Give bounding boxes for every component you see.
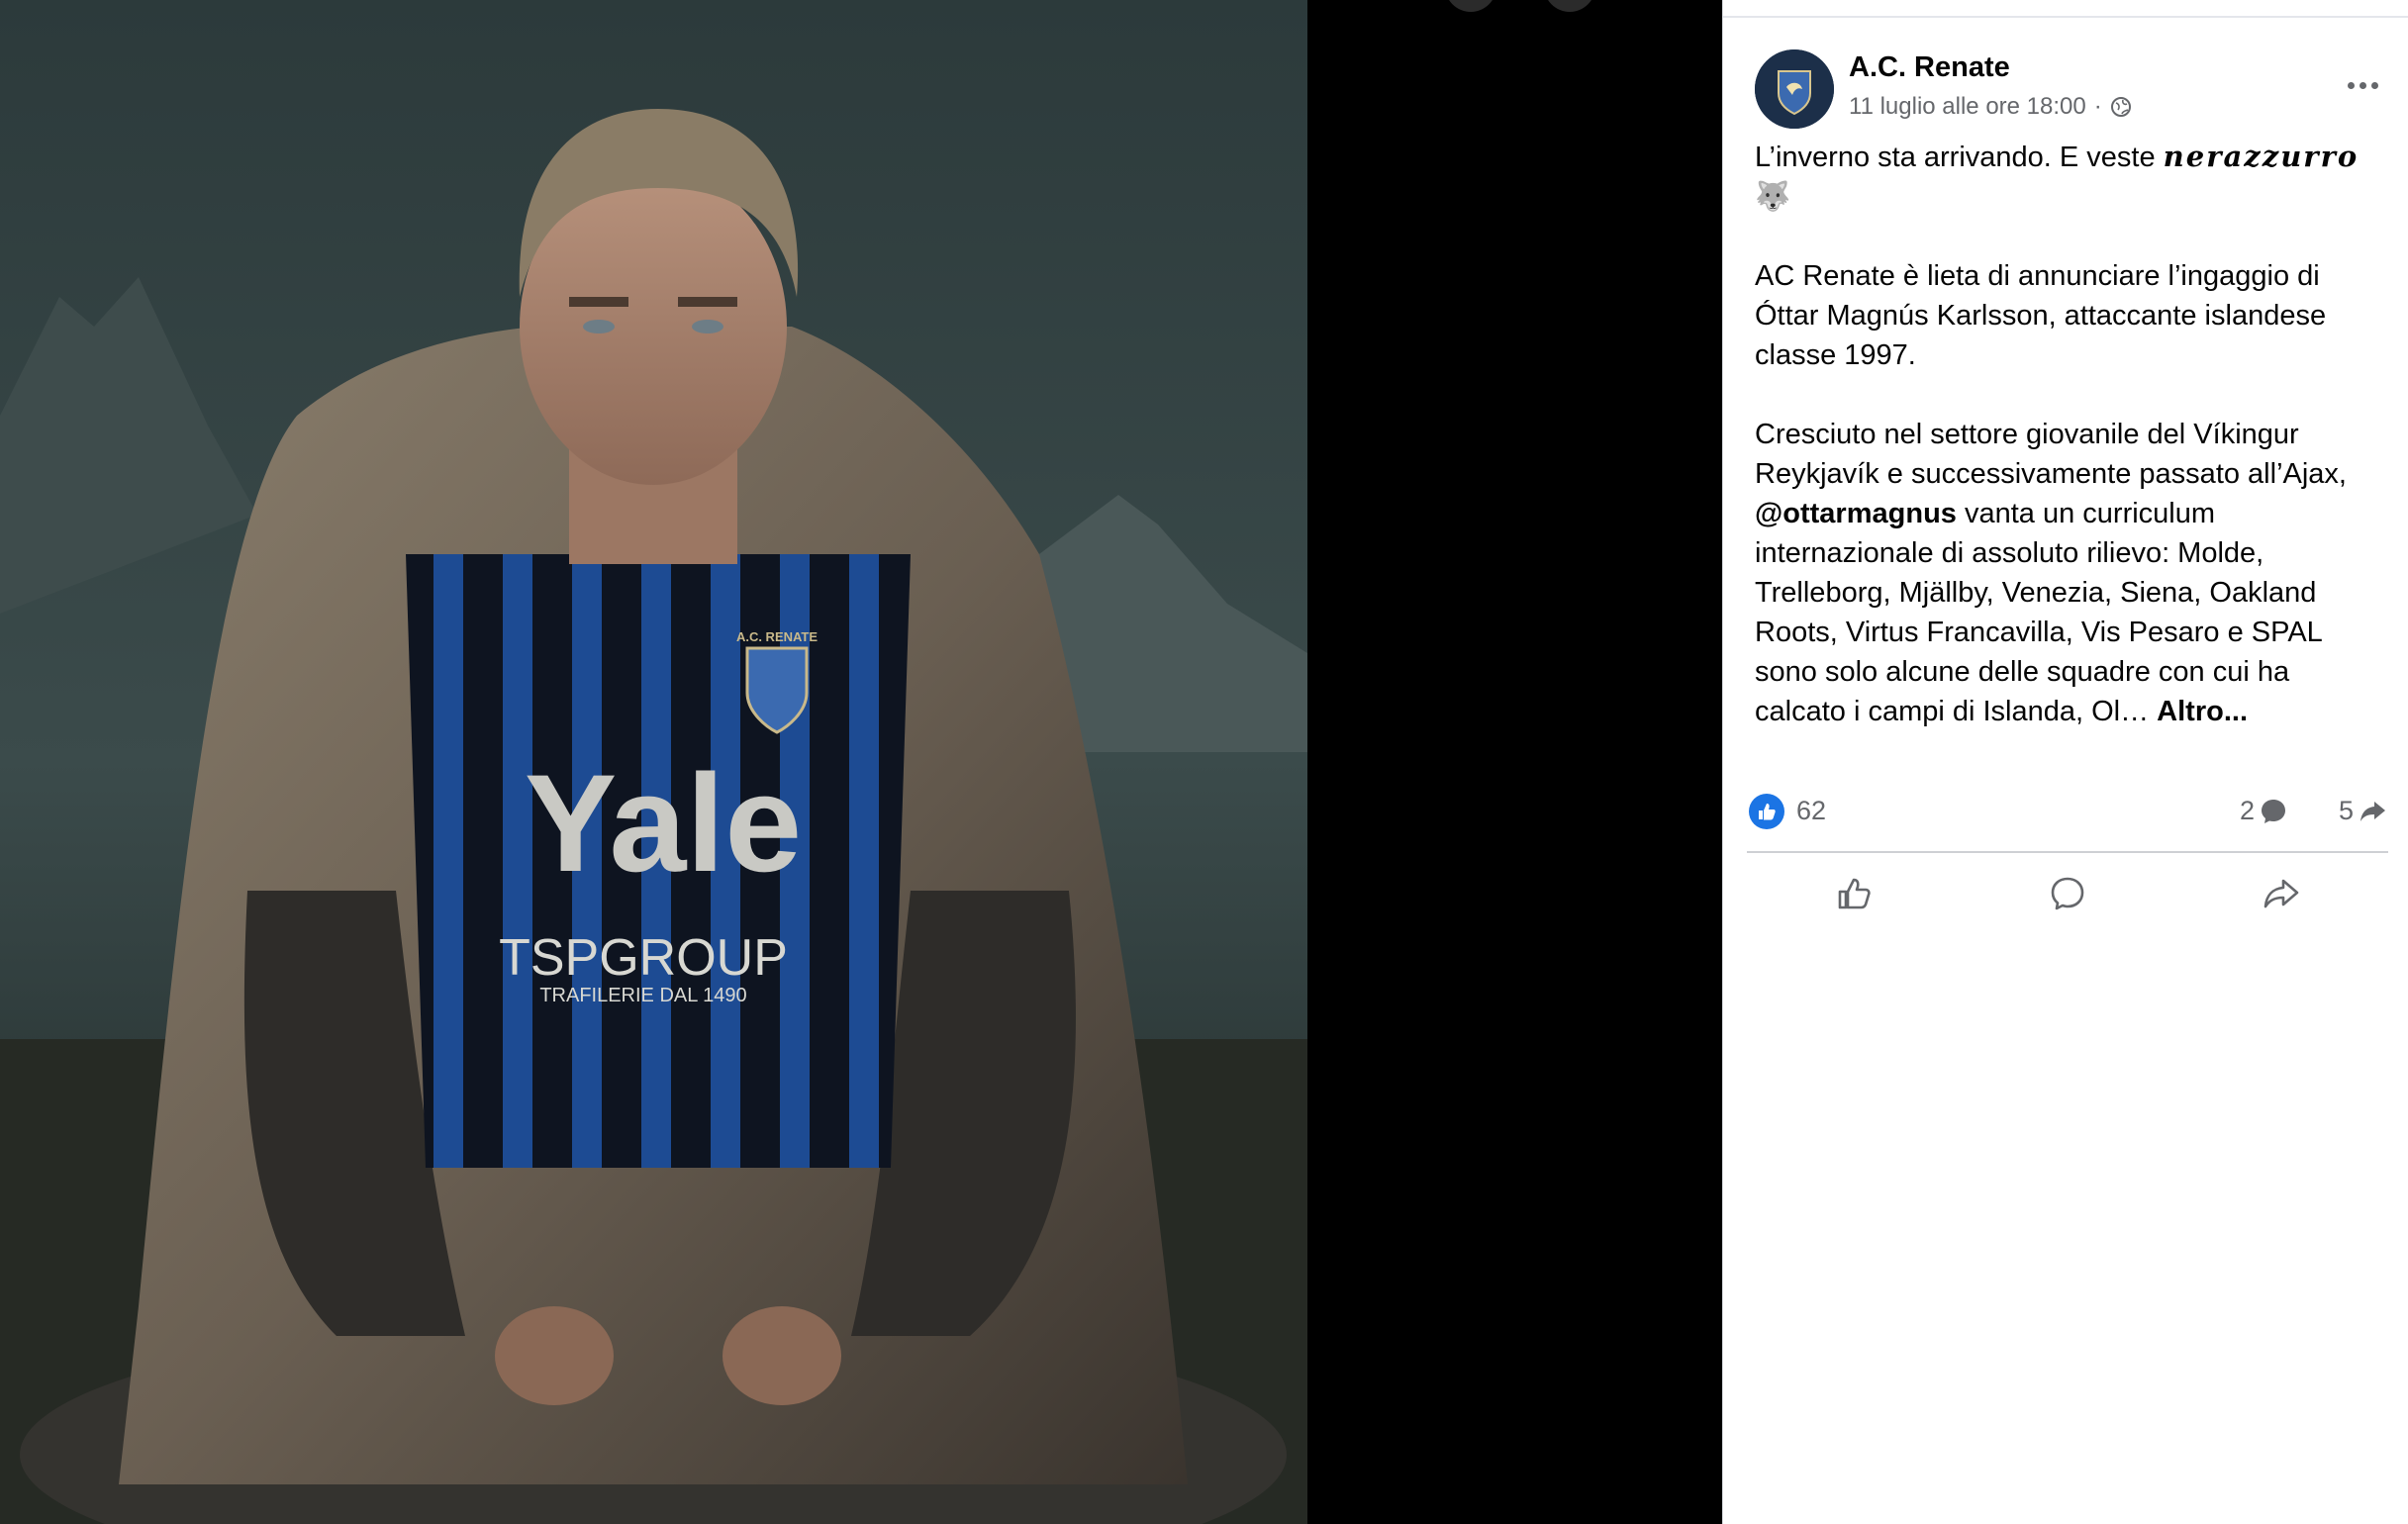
- page-name[interactable]: A.C. Renate: [1849, 51, 2010, 84]
- dot: [2347, 81, 2355, 89]
- reaction-summary: 62 2 5: [1749, 792, 2408, 837]
- wolf-emoji: 🐺: [1755, 181, 1791, 213]
- comment-count-value: 2: [2240, 796, 2256, 825]
- text-run: vanta un curriculum internazionale di as…: [1755, 498, 2322, 727]
- post-message: L’inverno sta arrivando. E veste nerazzu…: [1755, 137, 2388, 731]
- club-crest-icon: [1755, 49, 1834, 129]
- comment-icon: [2051, 877, 2084, 910]
- post-panel: A.C. Renate 11 luglio alle ore 18:00 · L…: [1722, 0, 2408, 1524]
- share-count[interactable]: 5: [2339, 796, 2387, 826]
- comment-bubble-icon: [2262, 799, 2286, 823]
- more-options-button[interactable]: [2337, 65, 2388, 105]
- jersey-sponsor-text: TSPGROUP: [499, 929, 788, 987]
- post-paragraph: Cresciuto nel settore giovanile del Víki…: [1755, 415, 2388, 731]
- share-button[interactable]: [2174, 859, 2388, 928]
- like-reaction-icon[interactable]: [1749, 794, 1784, 829]
- text-run: Cresciuto nel settore giovanile del Víki…: [1755, 419, 2347, 490]
- comment-button[interactable]: [1961, 859, 2174, 928]
- jersey-brand-text: Yale: [525, 745, 802, 901]
- meta-separator: ·: [2093, 93, 2102, 120]
- post-paragraph: AC Renate è lieta di annunciare l’ingagg…: [1755, 260, 2327, 371]
- post-timestamp[interactable]: 11 luglio alle ore 18:00: [1849, 93, 2086, 121]
- dot: [2359, 81, 2366, 89]
- globe-icon: [2110, 97, 2131, 117]
- like-count[interactable]: 62: [1796, 796, 1826, 826]
- share-arrow-icon: [2360, 801, 2386, 821]
- thumbs-up-icon: [1759, 804, 1776, 820]
- share-icon: [2264, 879, 2299, 908]
- photo-illustration: Yale TSPGROUP TRAFILERIE DAL 1490 A.C. R…: [0, 0, 1307, 1524]
- see-more-link[interactable]: Altro...: [2157, 696, 2248, 727]
- like-button[interactable]: [1747, 859, 1961, 928]
- dot: [2370, 81, 2378, 89]
- thumbs-up-icon: [1838, 878, 1871, 909]
- post-photo[interactable]: Yale TSPGROUP TRAFILERIE DAL 1490 A.C. R…: [0, 0, 1307, 1524]
- post-action-bar: [1747, 859, 2388, 928]
- photo-viewer: Yale TSPGROUP TRAFILERIE DAL 1490 A.C. R…: [0, 0, 1722, 1524]
- crest-text: A.C. RENATE: [736, 629, 818, 644]
- mention-link[interactable]: @ottarmagnus: [1755, 498, 1957, 529]
- avatar[interactable]: [1755, 49, 1834, 129]
- viewer-control[interactable]: [1544, 0, 1595, 12]
- text-run: L’inverno sta arrivando. E veste: [1755, 142, 2164, 173]
- viewer-control[interactable]: [1445, 0, 1496, 12]
- divider: [1723, 16, 2408, 18]
- jersey-sponsor-tagline: TRAFILERIE DAL 1490: [539, 985, 746, 1006]
- divider: [1747, 851, 2388, 853]
- comment-count[interactable]: 2: [2240, 796, 2288, 826]
- post-meta: 11 luglio alle ore 18:00 ·: [1849, 93, 2132, 121]
- post-paragraph: L’inverno sta arrivando. E veste nerazzu…: [1755, 137, 2388, 217]
- share-count-value: 5: [2339, 796, 2355, 825]
- text-run: nerazzurro: [2163, 140, 2360, 173]
